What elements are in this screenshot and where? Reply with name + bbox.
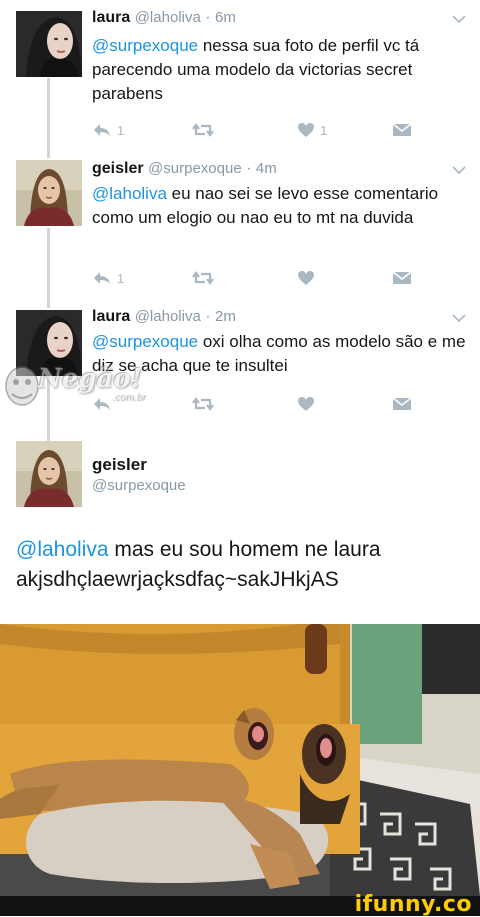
ifunny-logo[interactable]: ifunny.co (355, 892, 472, 917)
envelope-icon (392, 271, 412, 284)
separator-dot: · (205, 9, 211, 26)
reply-count: 1 (117, 122, 125, 138)
user-handle[interactable]: @laholiva (135, 308, 201, 325)
dm-button[interactable] (392, 394, 412, 414)
reply-icon (94, 398, 110, 410)
like-count: 1 (320, 122, 328, 138)
retweet-icon (192, 123, 214, 137)
mention-link[interactable]: @laholiva (92, 184, 167, 203)
reply-text: @laholiva mas eu sou homem ne laura akjs… (16, 535, 466, 595)
avatar-laura-image (16, 310, 82, 376)
attached-photo[interactable] (0, 624, 480, 896)
dogs-photo-image (0, 624, 480, 896)
tweet-actions (92, 394, 422, 414)
heart-icon (298, 397, 314, 411)
tweet-text: @surpexoque nessa sua foto de perfil vc … (92, 34, 467, 106)
display-name[interactable]: geisler (92, 160, 144, 177)
user-handle[interactable]: @surpexoque (92, 477, 186, 494)
tweet[interactable]: geisler @surpexoque · 4m @laholiva eu na… (0, 150, 480, 300)
tweet[interactable]: laura @laholiva · 6m @surpexoque nessa s… (0, 0, 480, 150)
display-name[interactable]: laura (92, 308, 130, 325)
separator-dot: · (246, 160, 252, 177)
avatar-geisler-image (16, 441, 82, 507)
retweet-icon (192, 271, 214, 285)
reply-button[interactable]: 1 (92, 268, 124, 288)
avatar[interactable] (16, 11, 82, 77)
dm-button[interactable] (392, 120, 412, 140)
avatar[interactable] (16, 310, 82, 376)
mention-link[interactable]: @laholiva (16, 538, 109, 561)
mention-link[interactable]: @surpexoque (92, 36, 198, 55)
retweet-icon (192, 397, 214, 411)
reply-button[interactable]: 1 (92, 120, 124, 140)
tweet-text: @surpexoque oxi olha como as modelo são … (92, 330, 467, 378)
envelope-icon (392, 123, 412, 136)
reply-icon (94, 272, 110, 284)
tweet-actions: 1 1 (92, 120, 422, 140)
tweet-header: laura @laholiva · 6m (92, 9, 236, 27)
timestamp[interactable]: 4m (256, 160, 277, 177)
reply-button[interactable] (92, 394, 112, 414)
reply-composer-header: geisler @surpexoque (0, 440, 480, 520)
dm-button[interactable] (392, 268, 412, 288)
tweet-text: @laholiva eu nao sei se levo esse coment… (92, 182, 467, 230)
avatar-laura-image (16, 11, 82, 77)
display-name[interactable]: geisler (92, 455, 147, 475)
tweet[interactable]: laura @laholiva · 2m @surpexoque oxi olh… (0, 298, 480, 428)
timestamp[interactable]: 6m (215, 9, 236, 26)
heart-icon (298, 123, 314, 137)
tweet-actions: 1 (92, 268, 422, 288)
tweet-header: geisler @surpexoque · 4m (92, 160, 277, 178)
heart-icon (298, 271, 314, 285)
reply-icon (94, 124, 110, 136)
avatar[interactable] (16, 441, 82, 507)
tweet-header: laura @laholiva · 2m (92, 308, 236, 326)
retweet-button[interactable] (192, 394, 214, 414)
avatar-geisler-image (16, 160, 82, 226)
like-button[interactable]: 1 (297, 120, 327, 140)
footer-bar: ifunny.co (0, 892, 480, 917)
chevron-down-icon[interactable] (452, 313, 466, 323)
display-name[interactable]: laura (92, 9, 130, 26)
chevron-down-icon[interactable] (452, 165, 466, 175)
retweet-button[interactable] (192, 268, 214, 288)
separator-dot: · (205, 308, 211, 325)
user-handle[interactable]: @laholiva (135, 9, 201, 26)
avatar[interactable] (16, 160, 82, 226)
timestamp[interactable]: 2m (215, 308, 236, 325)
reply-count: 1 (117, 270, 125, 286)
chevron-down-icon[interactable] (452, 14, 466, 24)
mention-link[interactable]: @surpexoque (92, 332, 198, 351)
like-button[interactable] (297, 394, 315, 414)
like-button[interactable] (297, 268, 315, 288)
retweet-button[interactable] (192, 120, 214, 140)
user-handle[interactable]: @surpexoque (148, 160, 242, 177)
envelope-icon (392, 397, 412, 410)
